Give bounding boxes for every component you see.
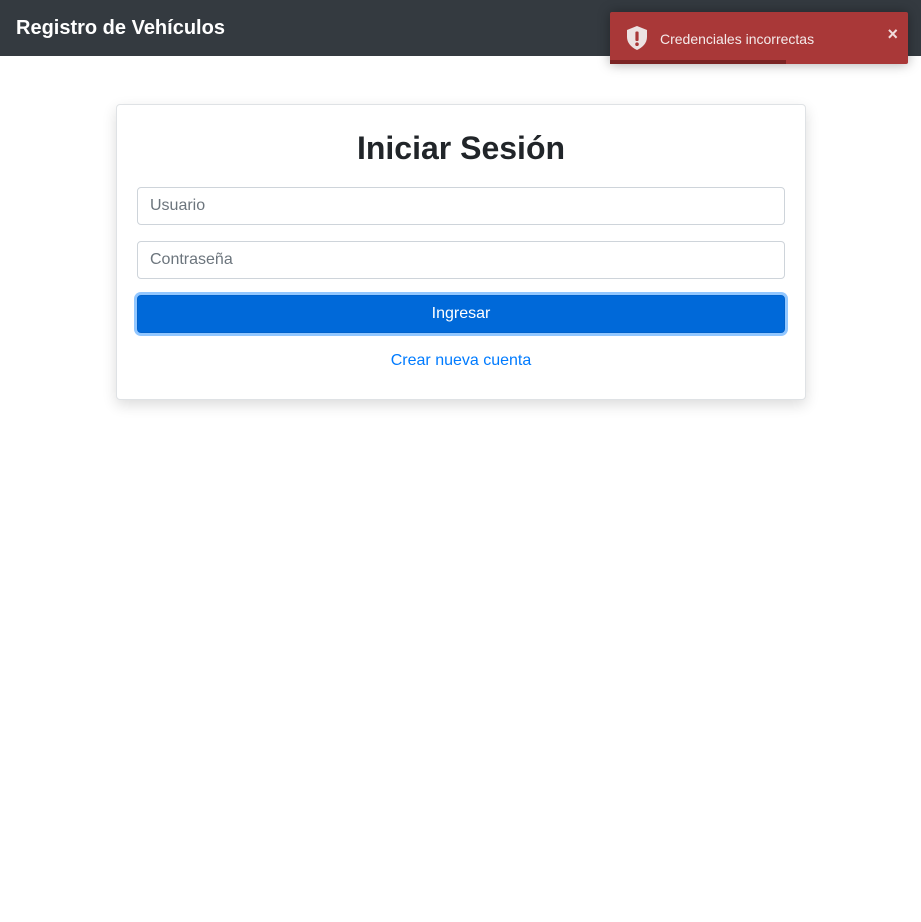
navbar-brand[interactable]: Registro de Vehículos xyxy=(16,17,225,40)
username-input[interactable] xyxy=(137,187,785,225)
shield-alert-icon xyxy=(625,25,649,51)
create-account-link[interactable]: Crear nueva cuenta xyxy=(117,351,805,371)
error-toast: Credenciales incorrectas × xyxy=(610,12,908,64)
login-button[interactable]: Ingresar xyxy=(137,295,785,333)
page-title: Iniciar Sesión xyxy=(356,130,566,166)
toast-progress-bar xyxy=(610,60,786,64)
password-input[interactable] xyxy=(137,241,785,279)
close-icon[interactable]: × xyxy=(887,24,898,44)
toast-message: Credenciales incorrectas xyxy=(660,31,815,47)
login-card: Iniciar Sesión Ingresar Crear nueva cuen… xyxy=(116,104,806,400)
